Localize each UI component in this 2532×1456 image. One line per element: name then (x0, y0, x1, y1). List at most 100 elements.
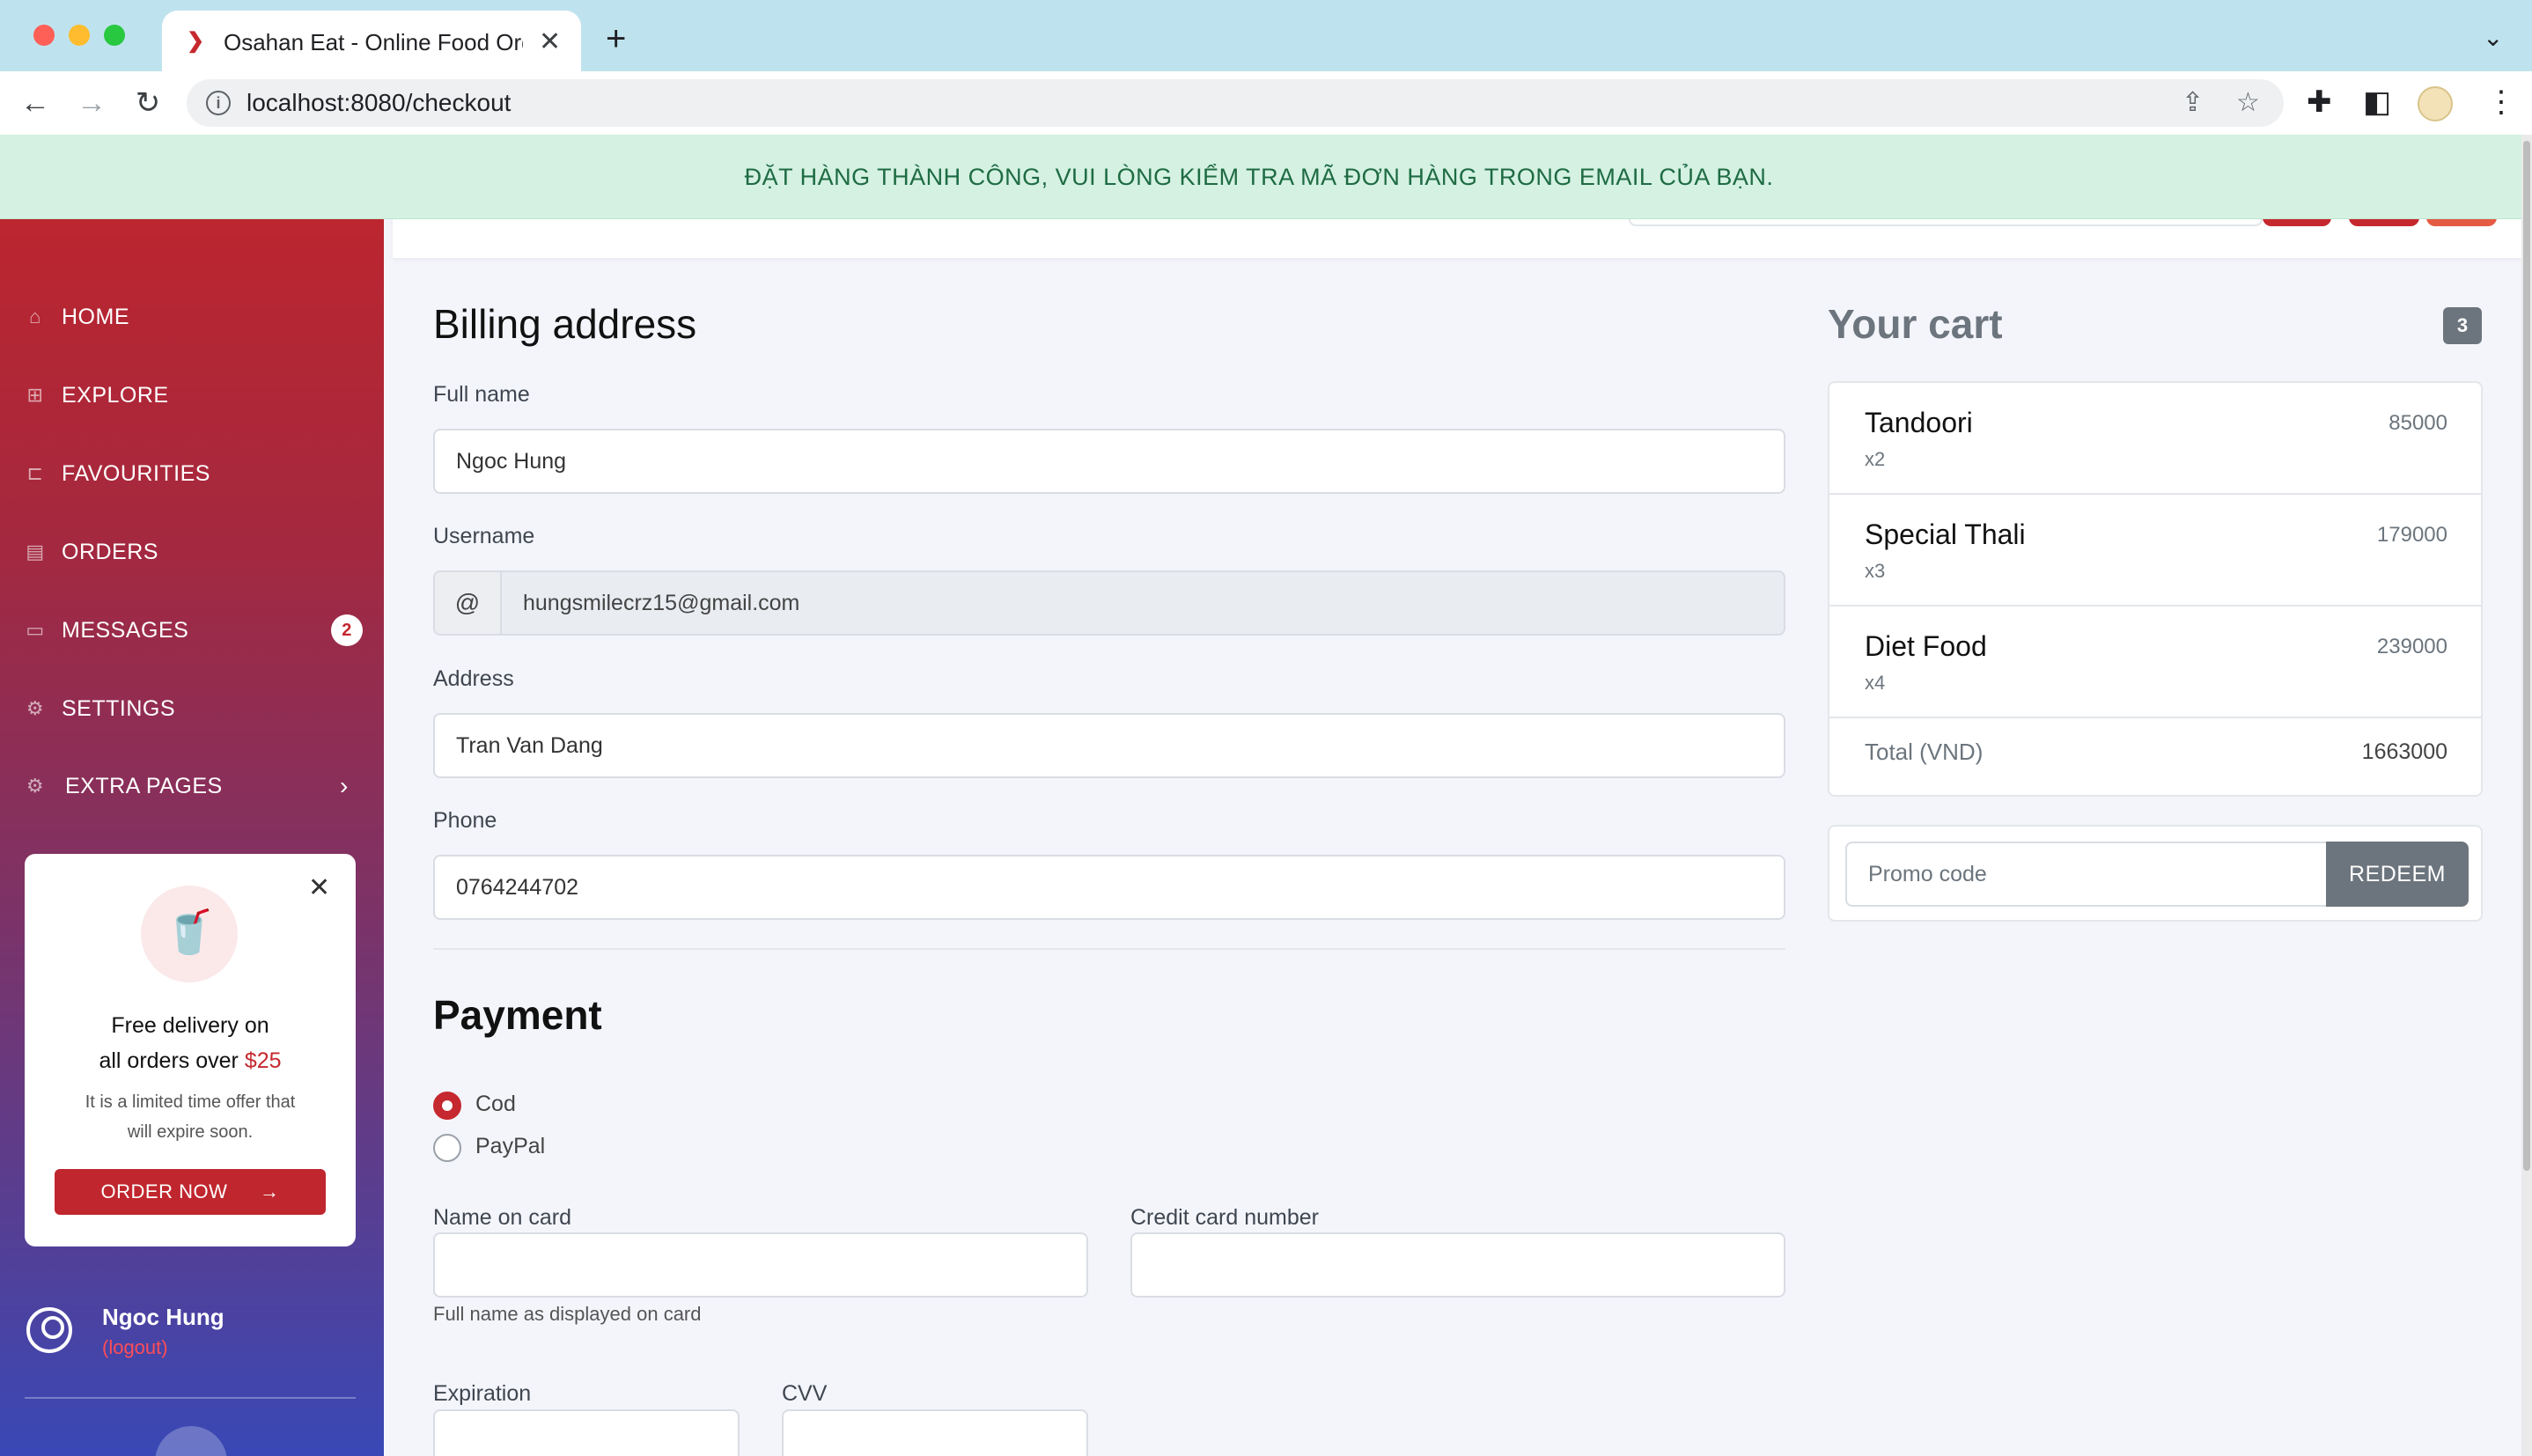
promo-sub-line-1: It is a limited time offer that (85, 1092, 296, 1112)
credit-card-number-label: Credit card number (1130, 1205, 1319, 1230)
cart-count-badge: 3 (2443, 307, 2482, 344)
sidebar-item-extra-pages[interactable]: ⚙ EXTRA PAGES › (23, 768, 366, 804)
sidebar-toggle-button[interactable] (155, 1426, 227, 1456)
payment-radio-cod[interactable] (433, 1092, 461, 1120)
cart-item: Special Thali x3 179000 (1829, 495, 2481, 607)
cvv-input[interactable] (782, 1409, 1088, 1456)
tab-title: Osahan Eat - Online Food Orde (224, 29, 523, 55)
promo-sub-line-2: will expire soon. (127, 1122, 254, 1142)
cart-item: Diet Food x4 239000 (1829, 607, 2481, 718)
full-name-input[interactable]: Ngoc Hung (433, 429, 1785, 494)
payment-heading: Payment (433, 992, 602, 1038)
sidebar-item-label: HOME (62, 305, 129, 329)
page-scrollbar-thumb[interactable] (2523, 141, 2530, 1171)
address-label: Address (433, 666, 514, 691)
window-close-button[interactable] (33, 25, 55, 46)
sidebar-item-home[interactable]: ⌂ HOME (23, 299, 366, 335)
sidebar-item-label: EXPLORE (62, 383, 169, 408)
browser-tab-active[interactable]: ❯ Osahan Eat - Online Food Orde ✕ (162, 11, 581, 72)
promo-line-1: Free delivery on (111, 1013, 269, 1038)
credit-card-number-input[interactable] (1130, 1232, 1785, 1298)
order-now-button[interactable]: ORDER NOW → (55, 1169, 326, 1215)
promo-illustration: 🥤 (141, 886, 238, 982)
sidebar-item-label: EXTRA PAGES (65, 774, 223, 798)
browser-tab-strip: ❯ Osahan Eat - Online Food Orde ✕ + ⌄ (0, 0, 2532, 72)
billing-address-heading: Billing address (433, 301, 697, 347)
free-delivery-promo-card: ✕ 🥤 Free delivery on all orders over $25… (25, 854, 356, 1246)
cart-item-quantity: x3 (1865, 560, 1886, 582)
sidebar-item-messages[interactable]: ▭ MESSAGES 2 (23, 613, 366, 648)
username-label: Username (433, 524, 535, 548)
sidebar-item-label: MESSAGES (62, 618, 189, 643)
reload-icon[interactable]: ↻ (129, 84, 167, 122)
extensions-puzzle-icon[interactable]: ✚ (2307, 85, 2332, 120)
promo-code-form: Promo code REDEEM (1828, 825, 2483, 922)
cart-total-value: 1663000 (2361, 739, 2447, 764)
sidebar-item-settings[interactable]: ⚙ SETTINGS (23, 691, 366, 726)
tab-close-icon[interactable]: ✕ (539, 26, 561, 58)
user-avatar-icon[interactable] (26, 1307, 72, 1353)
chevron-right-icon: › (340, 772, 349, 799)
cart-list: Tandoori x2 85000 Special Thali x3 17900… (1828, 381, 2483, 797)
promo-code-input[interactable]: Promo code (1845, 842, 2330, 907)
window-minimize-button[interactable] (69, 25, 90, 46)
share-icon[interactable]: ⇪ (2182, 86, 2204, 120)
logout-link[interactable]: (logout) (102, 1335, 168, 1360)
back-arrow-icon[interactable]: ← (16, 84, 55, 122)
username-at-addon: @ (433, 570, 502, 636)
phone-input[interactable]: 0764244702 (433, 855, 1785, 920)
name-on-card-help: Full name as displayed on card (433, 1303, 702, 1325)
payment-radio-paypal[interactable] (433, 1134, 461, 1162)
order-now-label: ORDER NOW (100, 1180, 228, 1202)
browser-menu-icon[interactable]: ⋮ (2486, 85, 2516, 120)
orders-icon: ▤ (26, 540, 45, 563)
sidebar-item-orders[interactable]: ▤ ORDERS (23, 534, 366, 570)
gear-icon: ⚙ (26, 697, 45, 719)
full-name-label: Full name (433, 382, 530, 407)
cart-item-price: 85000 (2388, 411, 2447, 435)
expiration-input[interactable] (433, 1409, 740, 1456)
promo-line-2: all orders over $25 (25, 1043, 356, 1078)
username-input[interactable]: hungsmilecrz15@gmail.com (500, 570, 1785, 636)
alert-message: ĐẶT HÀNG THÀNH CÔNG, VUI LÒNG KIỂM TRA M… (744, 164, 1774, 190)
app-window: ❯ Osahan Eat - Online Food Orde ✕ + ⌄ ← … (0, 0, 2532, 1456)
address-input[interactable]: Tran Van Dang (433, 713, 1785, 778)
redeem-button[interactable]: REDEEM (2326, 842, 2469, 907)
payment-label-paypal[interactable]: PayPal (475, 1130, 545, 1162)
your-cart-heading: Your cart (1828, 301, 2003, 347)
cart-item-quantity: x2 (1865, 448, 1886, 470)
sidebar-item-label: FAVOURITIES (62, 461, 210, 486)
cart-item-price: 239000 (2376, 635, 2447, 658)
site-favicon-icon: ❯ (187, 29, 205, 53)
user-name: Ngoc Hung (102, 1304, 224, 1330)
promo-subtitle: It is a limited time offer that will exp… (51, 1087, 329, 1147)
gear-icon: ⚙ (26, 775, 45, 797)
sidebar-item-favourites[interactable]: ⊏ FAVOURITIES (23, 456, 366, 491)
name-on-card-label: Name on card (433, 1205, 572, 1230)
bookmark-star-icon[interactable]: ☆ (2236, 86, 2260, 120)
promo-price: $25 (244, 1048, 282, 1073)
phone-label: Phone (433, 808, 497, 833)
cvv-label: CVV (782, 1381, 828, 1406)
new-tab-button[interactable]: + (606, 21, 626, 56)
forward-arrow-icon[interactable]: → (72, 84, 111, 122)
close-icon[interactable]: ✕ (308, 875, 330, 901)
tab-search-chevron-icon[interactable]: ⌄ (2483, 23, 2503, 52)
bookmark-icon: ⊏ (26, 462, 44, 484)
side-panel-icon[interactable]: ◧ (2363, 85, 2391, 120)
payment-label-cod[interactable]: Cod (475, 1088, 516, 1120)
expiration-label: Expiration (433, 1381, 532, 1406)
address-bar[interactable]: i localhost:8080/checkout ⇪ ☆ (187, 79, 2284, 127)
name-on-card-input[interactable] (433, 1232, 1088, 1298)
promo-title: Free delivery on all orders over $25 (25, 1008, 356, 1078)
site-info-icon[interactable]: i (206, 91, 231, 115)
messages-count-badge: 2 (331, 614, 363, 646)
order-success-alert: ĐẶT HÀNG THÀNH CÔNG, VUI LÒNG KIỂM TRA M… (0, 135, 2532, 219)
page-viewport: ⌂ HOME ⊞ EXPLORE ⊏ FAVOURITIES ▤ ORDERS … (0, 135, 2532, 1456)
sidebar-item-label: ORDERS (62, 540, 158, 564)
sidebar-item-explore[interactable]: ⊞ EXPLORE (23, 378, 366, 413)
url-text[interactable]: localhost:8080/checkout (247, 88, 511, 118)
profile-avatar[interactable] (2418, 86, 2453, 121)
sidebar-divider (25, 1397, 356, 1399)
window-zoom-button[interactable] (104, 25, 125, 46)
